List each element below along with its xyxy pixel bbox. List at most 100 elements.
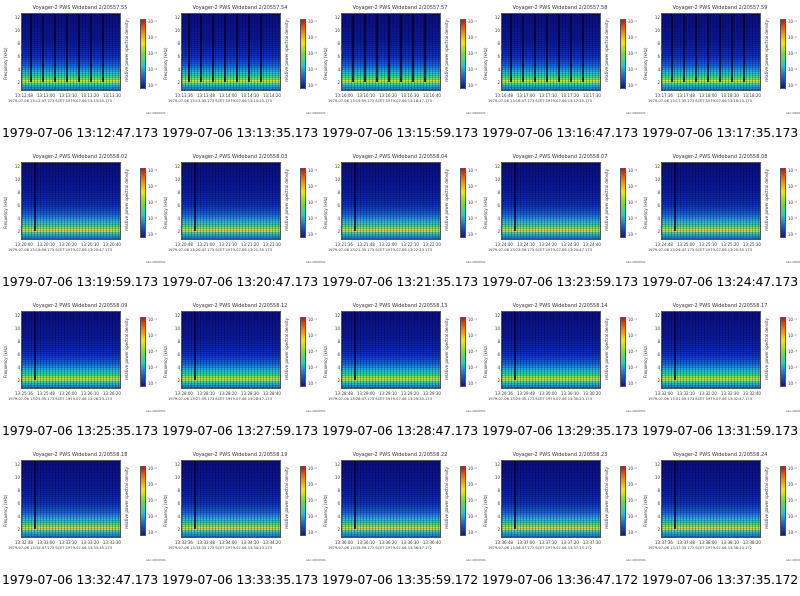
timestamp-caption: 1979-07-06 13:16:47.173 bbox=[482, 125, 638, 140]
colorbar-tick-label: 10⁻⁵ bbox=[468, 83, 477, 88]
spectrogram-plot[interactable] bbox=[661, 460, 761, 538]
colorbar-tick-label: 10⁻³ bbox=[308, 51, 317, 56]
y-tick-label: 2 bbox=[17, 80, 20, 85]
y-tick-label: 12 bbox=[174, 313, 180, 318]
time-range-info: 1979-07-06 13:29:35.173 SCET 1979-07-06 … bbox=[488, 397, 592, 401]
burst-stripe bbox=[514, 312, 516, 380]
colorbar-tick-label: 10⁻⁵ bbox=[628, 530, 637, 535]
y-tick-labels: 12 10 8 6 4 2 bbox=[492, 13, 500, 91]
time-range-info: 1979-07-06 13:33:35.173 SCET 1979-07-06 … bbox=[168, 546, 272, 550]
colorbar bbox=[620, 168, 626, 238]
colorbar bbox=[460, 168, 466, 238]
spectrogram-plot[interactable] bbox=[21, 13, 121, 91]
spectrogram-plot[interactable] bbox=[661, 162, 761, 240]
y-tick-label: 2 bbox=[177, 229, 180, 234]
y-tick-label: 8 bbox=[657, 190, 660, 195]
gallery-cell[interactable]: Voyager-2 PWS Wideband 2/20558.04 Frequen… bbox=[320, 149, 486, 298]
y-tick-label: 4 bbox=[177, 67, 180, 72]
spectrogram-plot[interactable] bbox=[21, 460, 121, 538]
spectrogram-plot[interactable] bbox=[501, 13, 601, 91]
gallery-cell[interactable]: Voyager-2 PWS Wideband 2/20558.12 Frequen… bbox=[160, 298, 326, 447]
x-tick-label: 13:34:10 bbox=[241, 540, 259, 545]
spectrogram-plot[interactable] bbox=[21, 311, 121, 389]
gallery-cell[interactable]: Voyager-2 PWS Wideband 2/20558.07 Frequen… bbox=[480, 149, 646, 298]
gallery-cell[interactable]: Voyager-2 PWS Wideband 2/20557.54 Frequen… bbox=[160, 0, 326, 149]
time-range-info: 1979-07-06 13:37:35.172 SCET 1979-07-06 … bbox=[648, 546, 752, 550]
spectrogram-plot[interactable] bbox=[341, 13, 441, 91]
colorbar-tick-label: 10⁻⁵ bbox=[788, 381, 797, 386]
gallery-cell[interactable]: Voyager-2 PWS Wideband 2/20558.02 Frequen… bbox=[0, 149, 166, 298]
data-gap-stripe bbox=[90, 14, 92, 82]
gallery-cell[interactable]: Voyager-2 PWS Wideband 2/20558.24 Frequen… bbox=[640, 447, 800, 596]
spectrogram-texture bbox=[22, 14, 120, 90]
colorbar bbox=[140, 19, 146, 89]
gallery-cell[interactable]: Voyager-2 PWS Wideband 2/20558.22 Frequen… bbox=[320, 447, 486, 596]
x-tick-label: 13:28:20 bbox=[219, 391, 237, 396]
y-tick-label: 4 bbox=[17, 514, 20, 519]
x-tick-label: 13:37:20 bbox=[561, 540, 579, 545]
colorbar-tick-label: 10⁻⁵ bbox=[308, 232, 317, 237]
credit-text: abc-0000001 bbox=[786, 111, 800, 115]
y-tick-label: 6 bbox=[657, 352, 660, 357]
colorbar-tick-label: 10⁻³ bbox=[788, 349, 797, 354]
colorbar-tick-label: 10⁻³ bbox=[148, 200, 157, 205]
gallery-cell[interactable]: Voyager-2 PWS Wideband 2/20557.58 Frequen… bbox=[480, 0, 646, 149]
spectrogram-texture bbox=[662, 14, 760, 90]
gallery-cell[interactable]: Voyager-2 PWS Wideband 2/20558.17 Frequen… bbox=[640, 298, 800, 447]
gallery-cell[interactable]: Voyager-2 PWS Wideband 2/20558.13 Frequen… bbox=[320, 298, 486, 447]
colorbar-label: relative power spectral density bbox=[444, 318, 449, 380]
gallery-cell[interactable]: Voyager-2 PWS Wideband 2/20558.08 Frequen… bbox=[640, 149, 800, 298]
data-gap-stripe bbox=[236, 14, 238, 82]
spectrogram-plot[interactable] bbox=[661, 13, 761, 91]
colorbar-tick-label: 10⁻² bbox=[628, 35, 637, 40]
spectrogram-plot[interactable] bbox=[661, 311, 761, 389]
colorbar-tick-label: 10⁻⁴ bbox=[788, 514, 797, 519]
colorbar-tick-label: 10⁻¹ bbox=[148, 466, 157, 471]
colorbar-tick-labels: 10⁻¹ 10⁻² 10⁻³ 10⁻⁴ 10⁻⁵ bbox=[788, 168, 798, 238]
gallery-cell[interactable]: Voyager-2 PWS Wideband 2/20558.09 Frequen… bbox=[0, 298, 166, 447]
x-tick-label: 13:13:00 bbox=[37, 93, 55, 98]
y-tick-label: 8 bbox=[497, 41, 500, 46]
colorbar-tick-labels: 10⁻¹ 10⁻² 10⁻³ 10⁻⁴ 10⁻⁵ bbox=[148, 19, 158, 89]
y-tick-label: 8 bbox=[177, 339, 180, 344]
spectrogram-plot[interactable] bbox=[181, 162, 281, 240]
y-tick-label: 10 bbox=[494, 326, 500, 331]
x-tick-label: 13:21:36 bbox=[335, 242, 353, 247]
y-axis-label: Frequency (kHz) bbox=[3, 345, 8, 378]
spectrogram-plot[interactable] bbox=[501, 162, 601, 240]
gallery-cell[interactable]: Voyager-2 PWS Wideband 2/20558.14 Frequen… bbox=[480, 298, 646, 447]
gallery-cell[interactable]: Voyager-2 PWS Wideband 2/20558.18 Frequen… bbox=[0, 447, 166, 596]
x-tick-label: 13:26:20 bbox=[103, 391, 121, 396]
spectrogram-plot[interactable] bbox=[341, 162, 441, 240]
spectrogram-plot[interactable] bbox=[341, 311, 441, 389]
y-tick-label: 2 bbox=[657, 378, 660, 383]
spectrogram-plot[interactable] bbox=[21, 162, 121, 240]
y-tick-labels: 12 10 8 6 4 2 bbox=[332, 311, 340, 389]
gallery-cell[interactable]: Voyager-2 PWS Wideband 2/20557.57 Frequen… bbox=[320, 0, 486, 149]
gallery-cell[interactable]: Voyager-2 PWS Wideband 2/20558.23 Frequen… bbox=[480, 447, 646, 596]
colorbar-tick-label: 10⁻³ bbox=[148, 349, 157, 354]
gallery-cell[interactable]: Voyager-2 PWS Wideband 2/20557.55 Frequen… bbox=[0, 0, 166, 149]
y-tick-label: 2 bbox=[497, 378, 500, 383]
plot-title: Voyager-2 PWS Wideband 2/20558.17 bbox=[672, 303, 768, 309]
y-tick-label: 12 bbox=[494, 313, 500, 318]
time-range-info: 1979-07-06 13:13:35.173 SCET 1979-07-06 … bbox=[168, 99, 272, 103]
gallery-cell[interactable]: Voyager-2 PWS Wideband 2/20558.19 Frequen… bbox=[160, 447, 326, 596]
spectrogram-plot[interactable] bbox=[501, 460, 601, 538]
plot-title: Voyager-2 PWS Wideband 2/20558.24 bbox=[672, 452, 768, 458]
x-tick-label: 13:16:48 bbox=[495, 93, 513, 98]
colorbar-tick-label: 10⁻⁵ bbox=[148, 83, 157, 88]
y-tick-label: 10 bbox=[334, 177, 340, 182]
y-axis-label: Frequency (kHz) bbox=[3, 196, 8, 229]
spectrogram-plot[interactable] bbox=[501, 311, 601, 389]
spectrogram-plot[interactable] bbox=[341, 460, 441, 538]
y-tick-labels: 12 10 8 6 4 2 bbox=[492, 162, 500, 240]
spectrogram-plot[interactable] bbox=[181, 13, 281, 91]
gallery-cell[interactable]: Voyager-2 PWS Wideband 2/20558.03 Frequen… bbox=[160, 149, 326, 298]
spectrogram-plot[interactable] bbox=[181, 460, 281, 538]
gallery-cell[interactable]: Voyager-2 PWS Wideband 2/20557.59 Frequen… bbox=[640, 0, 800, 149]
spectrogram-texture bbox=[662, 461, 760, 537]
colorbar-tick-label: 10⁻¹ bbox=[628, 466, 637, 471]
x-tick-label: 13:33:20 bbox=[81, 540, 99, 545]
spectrogram-plot[interactable] bbox=[181, 311, 281, 389]
